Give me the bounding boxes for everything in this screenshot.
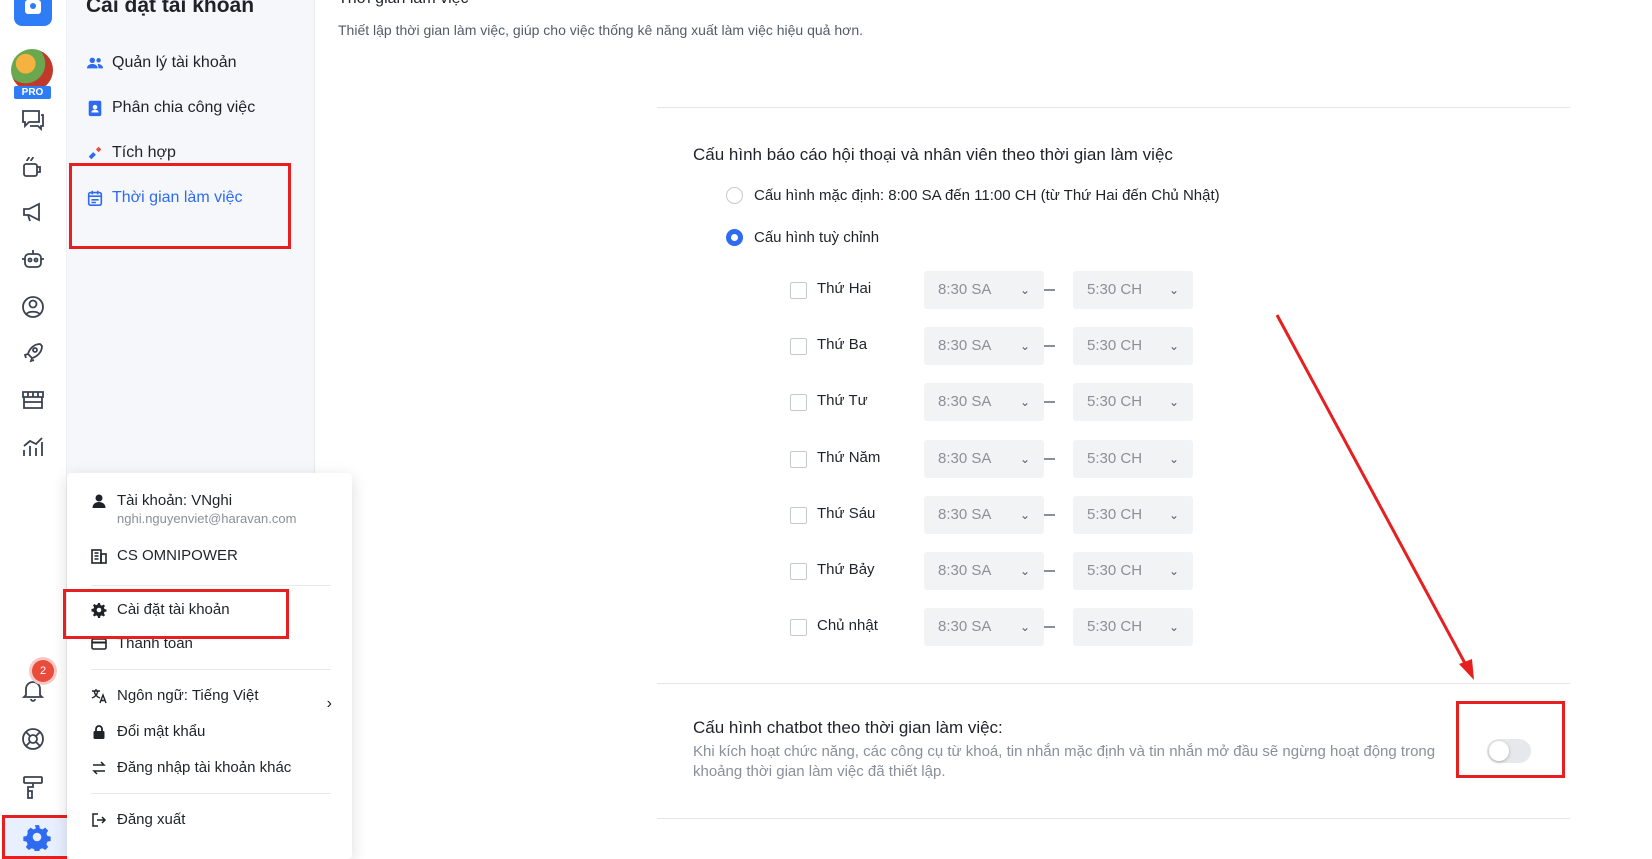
annotation-arrow	[1275, 314, 1474, 680]
